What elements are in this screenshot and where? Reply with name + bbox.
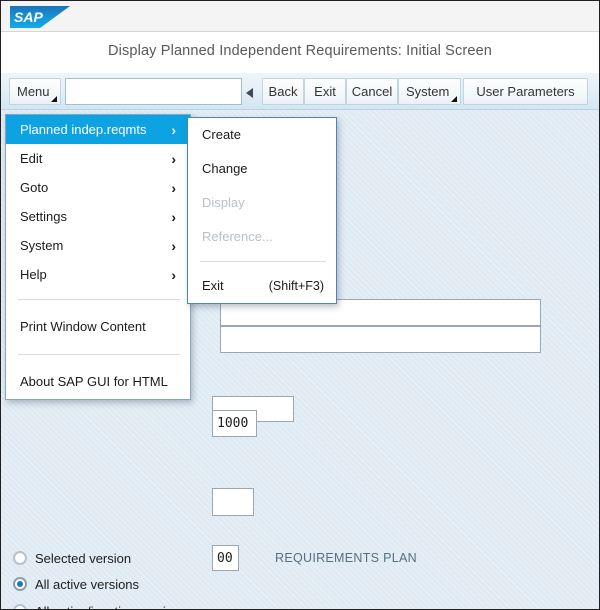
menu-item-label: About SAP GUI for HTML <box>20 374 168 389</box>
radio-selected-version[interactable]: Selected version <box>13 548 131 568</box>
chevron-right-icon: › <box>171 269 176 281</box>
page-title: Display Planned Independent Requirements… <box>1 43 599 59</box>
cancel-button[interactable]: Cancel <box>346 78 398 105</box>
menu-item-system[interactable]: System › <box>6 231 190 260</box>
menu-item-label: System <box>20 238 63 253</box>
logo-bar: SAP <box>1 1 599 32</box>
menu-item-label: Edit <box>20 151 42 166</box>
mrp-area-field[interactable] <box>220 326 541 353</box>
menu-item-goto[interactable]: Goto › <box>6 173 190 202</box>
back-button[interactable]: Back <box>262 78 304 105</box>
submenu-item-label: Exit <box>202 278 224 293</box>
requirements-plan-label: REQUIREMENTS PLAN <box>275 551 417 565</box>
menu-item-help[interactable]: Help › <box>6 260 190 289</box>
radio-label: All active versions <box>35 577 139 592</box>
caret-down-icon <box>451 96 457 102</box>
main-dropdown-menu: Planned indep.reqmts › Edit › Goto › Set… <box>5 114 191 400</box>
menu-item-label: Planned indep.reqmts <box>20 122 146 137</box>
version-field[interactable] <box>212 545 239 571</box>
radio-icon <box>13 551 27 565</box>
menu-item-label: Print Window Content <box>20 319 146 334</box>
system-button-label: System <box>406 84 449 99</box>
radio-label: Selected version <box>35 551 131 566</box>
submenu-item-display: Display <box>188 186 336 220</box>
menu-item-planned-indep-reqmts[interactable]: Planned indep.reqmts › <box>6 115 190 144</box>
menu-item-label: Settings <box>20 209 67 224</box>
submenu-item-create[interactable]: Create <box>188 118 336 152</box>
menu-separator <box>18 299 180 300</box>
radio-all-active-inactive-versions[interactable]: All active/inactive versions <box>13 601 187 610</box>
submenu-item-label: Display <box>202 195 245 210</box>
radio-all-active-versions[interactable]: All active versions <box>13 574 139 594</box>
menu-item-label: Help <box>20 267 47 282</box>
menu-separator <box>18 354 180 355</box>
svg-text:SAP: SAP <box>14 9 43 25</box>
chevron-right-icon: › <box>171 182 176 194</box>
submenu-item-label: Change <box>202 161 248 176</box>
requirements-field[interactable] <box>212 488 254 516</box>
menu-item-label: Goto <box>20 180 48 195</box>
plant-field[interactable] <box>212 410 257 437</box>
sap-gui-window: SAP Display Planned Independent Requirem… <box>0 0 600 610</box>
command-expand-icon[interactable] <box>246 88 253 98</box>
submenu-separator <box>200 261 326 262</box>
command-input[interactable] <box>65 78 242 105</box>
exit-button[interactable]: Exit <box>304 78 346 105</box>
sap-logo-icon: SAP <box>10 6 70 28</box>
menu-button-label: Menu <box>17 84 50 99</box>
submenu-item-change[interactable]: Change <box>188 152 336 186</box>
submenu-item-exit[interactable]: Exit (Shift+F3) <box>188 269 336 303</box>
radio-label: All active/inactive versions <box>35 604 187 610</box>
radio-icon <box>13 604 27 610</box>
menu-item-settings[interactable]: Settings › <box>6 202 190 231</box>
menu-item-edit[interactable]: Edit › <box>6 144 190 173</box>
submenu-item-label: Reference... <box>202 229 273 244</box>
system-button[interactable]: System <box>398 78 461 105</box>
chevron-right-icon: › <box>171 153 176 165</box>
user-parameters-button[interactable]: User Parameters <box>463 78 588 105</box>
chevron-right-icon: › <box>171 211 176 223</box>
radio-selected-icon <box>13 577 27 591</box>
menu-item-about-sap-gui-for-html[interactable]: About SAP GUI for HTML <box>6 365 190 399</box>
menu-item-print-window-content[interactable]: Print Window Content <box>6 310 190 344</box>
submenu-planned-indep-reqmts: Create Change Display Reference... Exit … <box>187 117 337 304</box>
title-band: Display Planned Independent Requirements… <box>1 33 599 73</box>
toolbar: Menu Back Exit Cancel System User Parame… <box>1 73 599 110</box>
chevron-right-icon: › <box>171 124 176 136</box>
chevron-right-icon: › <box>171 240 176 252</box>
submenu-item-label: Create <box>202 127 241 142</box>
caret-down-icon <box>51 96 57 102</box>
submenu-item-reference: Reference... <box>188 220 336 254</box>
menu-button[interactable]: Menu <box>9 78 61 105</box>
submenu-item-accelerator: (Shift+F3) <box>269 269 324 303</box>
